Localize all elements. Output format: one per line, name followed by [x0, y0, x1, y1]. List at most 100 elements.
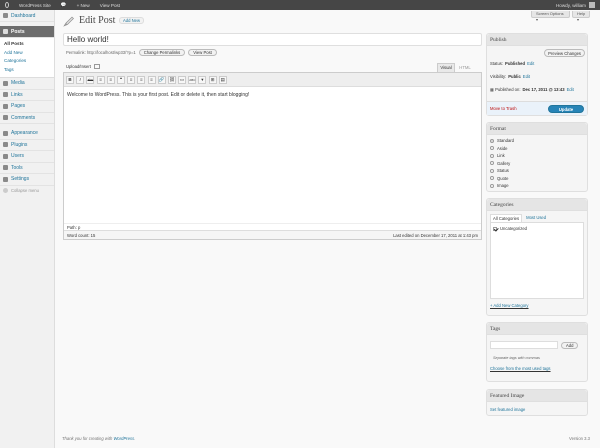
new-content-button[interactable]: + New: [72, 0, 95, 10]
strikethrough-button[interactable]: abc: [86, 75, 95, 84]
radio-icon[interactable]: [490, 183, 494, 188]
align-left-button[interactable]: ≡: [127, 75, 136, 84]
edit-status-link[interactable]: Edit: [527, 61, 534, 66]
add-tag-button[interactable]: Add: [561, 341, 579, 349]
collapse-menu-button[interactable]: Collapse menu: [0, 186, 54, 196]
tab-html[interactable]: HTML: [456, 63, 474, 72]
blockquote-button[interactable]: ❝: [116, 75, 125, 84]
add-new-category-link[interactable]: + Add New Category: [487, 299, 587, 312]
menu-label: Appearance: [11, 130, 38, 137]
category-tabs: All Categories Most Used: [487, 211, 587, 222]
align-right-button[interactable]: ≡: [147, 75, 156, 84]
view-post-button[interactable]: View Post: [188, 48, 217, 56]
last-edited: Last edited on December 17, 2011 at 1:43…: [393, 232, 478, 238]
menu-item-appearance[interactable]: Appearance: [0, 128, 54, 140]
edit-visibility-link[interactable]: Edit: [523, 74, 530, 79]
radio-icon[interactable]: [490, 161, 494, 166]
format-label: Gallery: [497, 160, 511, 166]
tools-icon: [3, 165, 8, 171]
submenu-all-posts[interactable]: All Posts: [4, 40, 54, 49]
permalink-url[interactable]: http://localhost/wp33/?p=1: [87, 50, 136, 55]
radio-icon[interactable]: [490, 176, 494, 181]
insert-more-button[interactable]: ▭: [178, 75, 187, 84]
format-option-quote[interactable]: Quote: [490, 175, 584, 183]
preview-changes-button[interactable]: Preview Changes: [544, 49, 585, 57]
howdy-text: Howdy, william: [555, 2, 586, 8]
menu-item-users[interactable]: Users: [0, 151, 54, 163]
plugins-icon: [3, 142, 8, 148]
upload-insert[interactable]: Upload/Insert: [66, 64, 100, 69]
spellcheck-dropdown-button[interactable]: ▾: [198, 75, 207, 84]
wordpress-logo-icon[interactable]: [0, 0, 14, 10]
menu-item-dashboard[interactable]: Dashboard: [0, 10, 54, 22]
radio-icon[interactable]: [490, 146, 494, 151]
menu-item-settings[interactable]: Settings: [0, 174, 54, 186]
view-post-link[interactable]: View Post: [95, 0, 125, 10]
submenu-tags[interactable]: Tags: [4, 66, 54, 75]
featured-image-box: Featured Image Set featured image: [486, 389, 588, 416]
format-option-link[interactable]: Link: [490, 152, 584, 160]
menu-item-media[interactable]: Media: [0, 78, 54, 90]
bullet-list-button[interactable]: ≡: [96, 75, 105, 84]
add-media-icon[interactable]: [93, 64, 100, 69]
format-option-standard[interactable]: Standard: [490, 137, 584, 145]
format-label: Link: [497, 153, 505, 159]
format-option-aside[interactable]: Aside: [490, 145, 584, 153]
move-to-trash-link[interactable]: Move to Trash: [490, 106, 517, 111]
account-menu[interactable]: Howdy, william: [551, 0, 600, 10]
menu-item-plugins[interactable]: Plugins: [0, 140, 54, 151]
menu-item-pages[interactable]: Pages: [0, 101, 54, 113]
fullscreen-button[interactable]: ⊞: [208, 75, 217, 84]
checkbox-checked-icon[interactable]: [493, 226, 497, 231]
choose-tags-link[interactable]: Choose from the most used tags: [487, 360, 587, 371]
change-permalinks-button[interactable]: Change Permalinks: [138, 48, 186, 56]
tag-input[interactable]: [490, 341, 558, 349]
help-button[interactable]: Help ▾: [572, 11, 590, 22]
radio-icon[interactable]: [490, 168, 494, 173]
site-name-link[interactable]: WordPress Site: [14, 0, 56, 10]
editor-toolbar: B I abc ≡ ≡ ❝ ≡ ≡ ≡ 🔗 ⛓ ▭ ABC ▾ ⊞ ▤: [64, 73, 481, 87]
format-label: Image: [497, 183, 509, 189]
publish-heading: Publish: [487, 34, 587, 46]
footer-version: Version 3.3: [569, 436, 590, 441]
tab-most-used[interactable]: Most Used: [524, 214, 548, 222]
italic-button[interactable]: I: [76, 75, 85, 84]
post-title-input[interactable]: Hello world!: [63, 33, 482, 46]
screen-options-button[interactable]: Screen Options ▾: [531, 11, 570, 22]
post-editor: B I abc ≡ ≡ ❝ ≡ ≡ ≡ 🔗 ⛓ ▭ ABC ▾ ⊞ ▤ Welc…: [63, 72, 482, 240]
submenu-categories[interactable]: Categories: [4, 57, 54, 66]
edit-date-link[interactable]: Edit: [567, 87, 574, 92]
dashboard-icon: [3, 13, 8, 18]
published-label: Published on:: [495, 86, 521, 92]
submenu-add-new[interactable]: Add New: [4, 49, 54, 58]
format-option-gallery[interactable]: Gallery: [490, 160, 584, 168]
format-option-status[interactable]: Status: [490, 167, 584, 175]
new-content-label: New: [80, 2, 90, 8]
tab-all-categories[interactable]: All Categories: [490, 214, 523, 222]
radio-icon[interactable]: [490, 153, 494, 158]
bold-button[interactable]: B: [66, 75, 74, 84]
wordpress-link[interactable]: WordPress: [113, 436, 134, 441]
category-uncategorized[interactable]: Uncategorized: [493, 225, 581, 232]
tab-visual[interactable]: Visual: [437, 63, 455, 72]
comments-icon: [3, 115, 8, 121]
editor-content[interactable]: Welcome to WordPress. This is your first…: [64, 87, 481, 219]
menu-item-links[interactable]: Links: [0, 90, 54, 101]
add-new-button[interactable]: Add New: [119, 17, 144, 24]
update-button[interactable]: Update: [548, 104, 584, 113]
comments-icon[interactable]: 💬: [56, 0, 72, 10]
menu-label: Links: [11, 91, 23, 98]
align-center-button[interactable]: ≡: [137, 75, 146, 84]
menu-item-comments[interactable]: Comments: [0, 113, 54, 124]
set-featured-image-link[interactable]: Set featured image: [487, 402, 587, 417]
insert-link-button[interactable]: 🔗: [157, 75, 166, 84]
numbered-list-button[interactable]: ≡: [106, 75, 115, 84]
menu-item-tools[interactable]: Tools: [0, 163, 54, 174]
kitchen-sink-button[interactable]: ▤: [218, 75, 227, 84]
visibility-value: Public: [508, 73, 521, 79]
radio-checked-icon[interactable]: [490, 138, 494, 143]
menu-item-posts[interactable]: Posts: [0, 26, 54, 38]
format-option-image[interactable]: Image: [490, 182, 584, 190]
spellcheck-button[interactable]: ABC: [188, 75, 197, 84]
unlink-button[interactable]: ⛓: [167, 75, 176, 84]
